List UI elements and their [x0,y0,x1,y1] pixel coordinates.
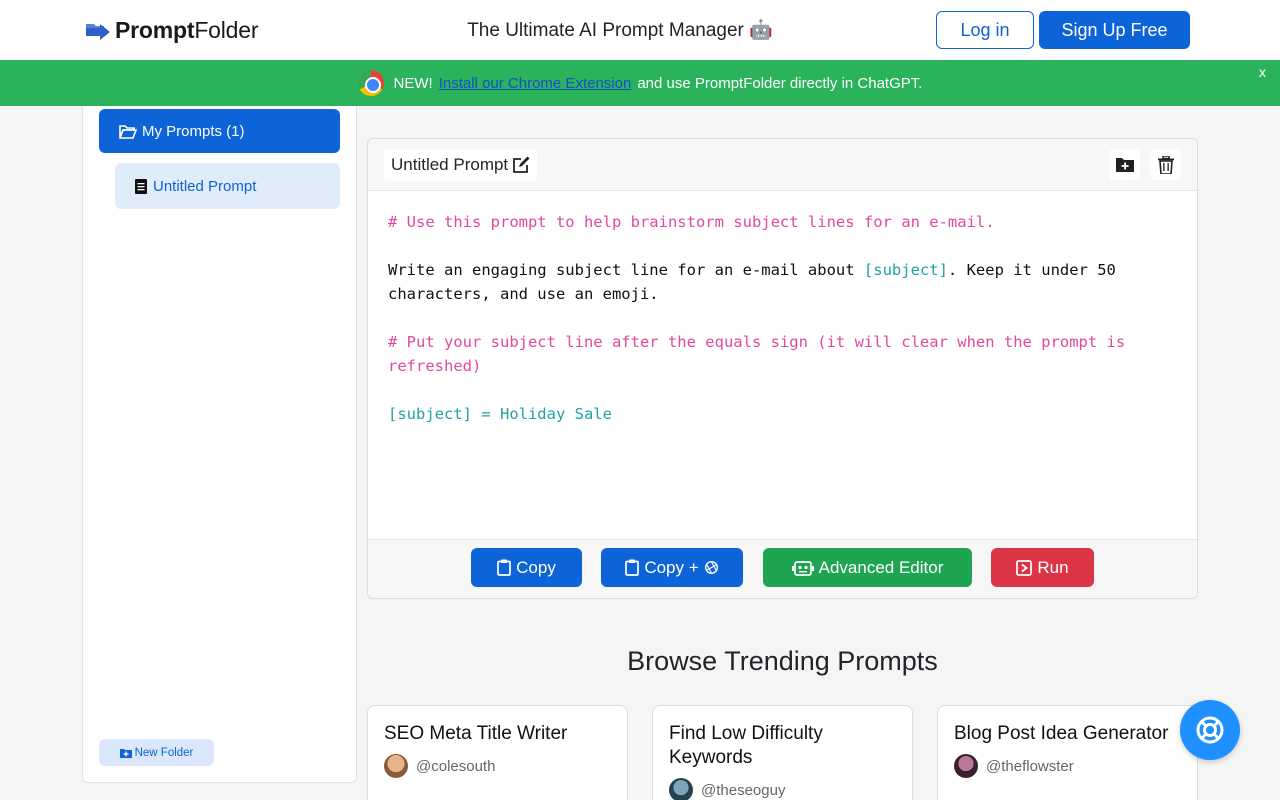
banner-suffix: and use PromptFolder directly in ChatGPT… [637,74,923,92]
author-handle: @theseoguy [701,781,786,799]
variable-assignment: [subject] = Holiday Sale [388,405,612,423]
prompt-title[interactable]: Untitled Prompt [384,149,538,181]
folder-open-icon [119,124,137,139]
folder-my-prompts[interactable]: My Prompts (1) [99,109,340,153]
clipboard-icon [497,559,512,576]
new-folder-label: New Folder [134,746,194,759]
prompt-item-untitled[interactable]: Untitled Prompt [115,163,340,209]
banner-close-button[interactable]: x [1259,64,1266,80]
prompt-title-text: Untitled Prompt [391,155,509,174]
prompt-editor: Untitled Prompt # Use this prompt to hel… [367,138,1198,599]
advanced-editor-label: Advanced Editor [818,557,944,577]
prompt-text-area[interactable]: # Use this prompt to help brainstorm sub… [388,210,1178,426]
sidebar: My Prompts (1) Untitled Prompt New Folde… [82,106,357,783]
install-extension-link[interactable]: Install our Chrome Extension [439,75,632,92]
editor-header: Untitled Prompt [368,139,1197,191]
comment-line: # Put your subject line after the equals… [388,333,1135,375]
move-to-folder-button[interactable] [1109,149,1140,180]
card-author[interactable]: @theseoguy [669,778,896,800]
document-icon [135,178,147,194]
run-button[interactable]: Run [991,548,1094,587]
trending-card[interactable]: Blog Post Idea Generator @theflowster [937,705,1198,800]
copy-label: Copy [516,557,556,577]
folder-label: My Prompts (1) [142,122,245,140]
card-title: Find Low Difficulty Keywords [669,723,823,768]
variable-token: [subject] [863,261,948,279]
card-author[interactable]: @theflowster [954,754,1181,778]
delete-prompt-button[interactable] [1150,149,1181,180]
folder-plus-icon [1115,158,1134,172]
new-folder-button[interactable]: New Folder [99,739,214,766]
robot-icon [791,560,814,576]
copy-plus-label: Copy + [644,557,699,577]
help-chat-button[interactable] [1180,700,1240,760]
editor-toolbar: Copy Copy + Advanced Editor Run [368,539,1197,598]
banner-prefix: NEW! [393,74,433,92]
avatar [669,778,693,800]
copy-to-chatgpt-button[interactable]: Copy + [601,548,743,587]
chrome-logo-icon [357,70,384,96]
extension-banner: NEW! Install our Chrome Extension and us… [0,60,1280,106]
card-author[interactable]: @colesouth [384,754,611,778]
comment-line: # Use this prompt to help brainstorm sub… [388,213,995,231]
lifebuoy-icon [1196,716,1224,744]
copy-button[interactable]: Copy [471,548,582,587]
openai-logo-icon [704,560,718,575]
prompt-item-label: Untitled Prompt [153,177,257,195]
trending-card[interactable]: SEO Meta Title Writer @colesouth [367,705,628,800]
trending-card[interactable]: Find Low Difficulty Keywords @theseoguy [652,705,913,800]
run-label: Run [1037,557,1069,577]
advanced-editor-button[interactable]: Advanced Editor [763,548,972,587]
top-navbar: PromptFolder The Ultimate AI Prompt Mana… [0,0,1280,60]
author-handle: @theflowster [986,757,1074,775]
card-title: Blog Post Idea Generator [954,723,1169,744]
avatar [954,754,978,778]
avatar [384,754,408,778]
play-square-icon [1016,559,1033,576]
prompt-body-start: Write an engaging subject line for an e-… [388,261,864,279]
edit-pencil-icon[interactable] [512,156,530,174]
signup-button[interactable]: Sign Up Free [1039,11,1190,49]
trash-icon [1157,155,1174,174]
card-title: SEO Meta Title Writer [384,723,568,744]
login-button[interactable]: Log in [936,11,1034,49]
author-handle: @colesouth [416,757,496,775]
clipboard-icon [625,559,640,576]
trending-section-title: Browse Trending Prompts [627,646,938,676]
folder-plus-icon [119,748,132,758]
